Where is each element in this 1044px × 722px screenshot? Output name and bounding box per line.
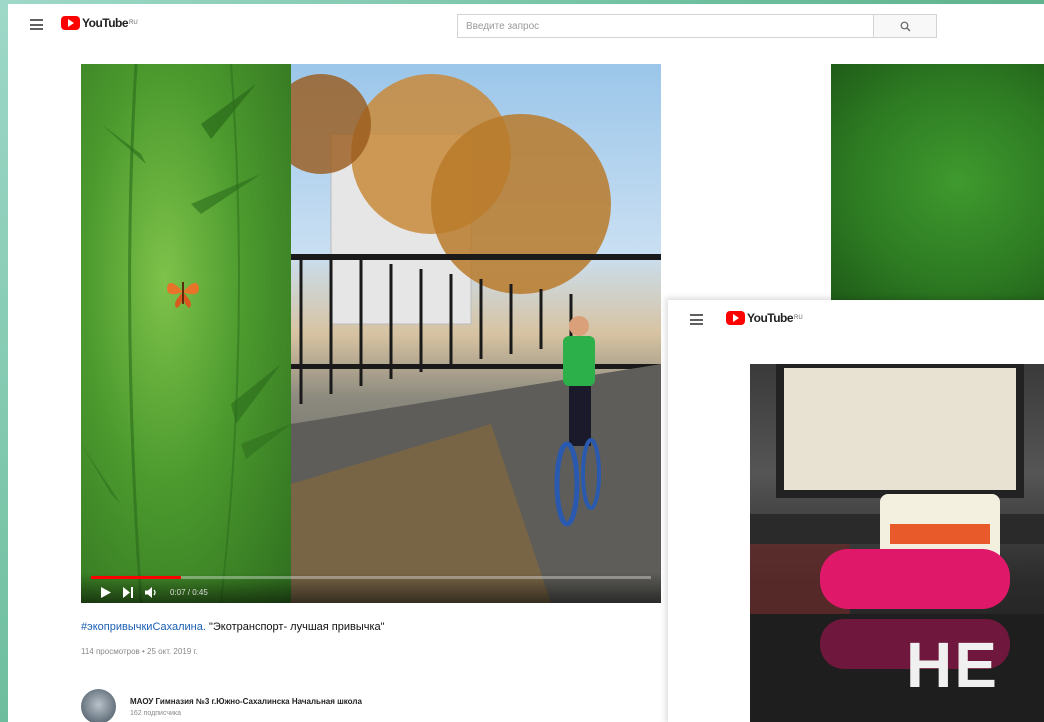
video-player[interactable]: 0:07 / 0:45 [81,64,661,603]
progress-fill [91,576,181,579]
overlay-caption: НЕ [906,629,999,701]
search-icon [900,21,910,31]
youtube-logo[interactable]: YouTube RU [61,16,138,30]
video-frame [291,64,661,603]
player-controls: 0:07 / 0:45 [81,573,661,603]
hamburger-menu-icon[interactable] [30,19,43,30]
search-bar [457,14,937,38]
bamboo-panel-right [831,64,1044,300]
youtube-header: YouTube RU [8,4,1044,48]
overlay-video-scene [750,364,1044,722]
bamboo-background [81,64,291,603]
overlay-youtube-play-icon [726,311,745,325]
channel-name[interactable]: МАОУ Гимназия №3 г.Южно-Сахалинска Начал… [130,697,362,706]
overlay-logo-region: RU [794,315,803,321]
logo-text: YouTube [82,16,129,30]
time-display: 0:07 / 0:45 [170,588,208,597]
overlay-hamburger-icon[interactable] [690,314,703,325]
next-icon[interactable] [123,587,133,598]
video-title-text: "Экотранспорт- лучшая привычка" [205,621,385,633]
channel-avatar[interactable] [81,689,116,722]
overlay-logo-text: YouTube [747,311,794,325]
overlay-screenshot: YouTube RU НЕ [668,300,1044,722]
browser-window: YouTube RU Введите запрос 0:07 / 0:45 #э… [8,4,1044,722]
video-meta: 114 просмотров • 25 окт. 2019 г. [81,647,198,656]
youtube-play-logo-icon [61,16,80,30]
bamboo-leaves [81,64,291,603]
video-title: #экопривычкиСахалина. "Экотранспорт- луч… [81,621,385,633]
channel-row: МАОУ Гимназия №3 г.Южно-Сахалинска Начал… [81,689,362,722]
overlay-youtube-logo[interactable]: YouTube RU [726,311,803,325]
hashtag-link[interactable]: #экопривычкиСахалина. [81,621,206,633]
play-icon[interactable] [101,587,111,598]
search-input[interactable] [458,15,873,37]
volume-icon[interactable] [145,587,158,598]
logo-region: RU [129,20,138,26]
butterfly-icon [167,282,199,308]
subscriber-count: 162 подписчика [130,709,182,717]
search-button[interactable] [873,15,936,37]
video-scene [291,74,661,603]
overlay-video-frame[interactable] [750,364,1044,722]
progress-bar[interactable] [91,576,651,579]
